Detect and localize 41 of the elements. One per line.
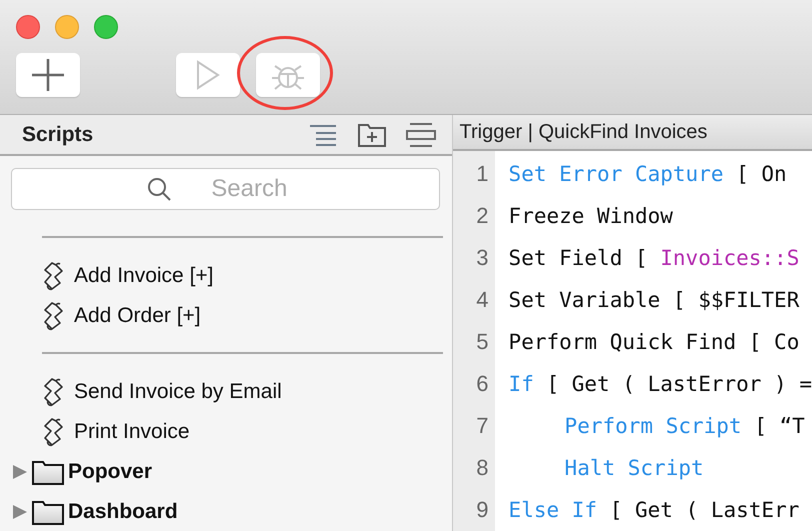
line-number: 1: [475, 161, 489, 187]
script-item[interactable]: Add Invoice [+]: [0, 256, 452, 296]
script-item[interactable]: Send Invoice by Email: [0, 372, 452, 412]
minimize-button[interactable]: [55, 15, 79, 39]
separator-icon[interactable]: [406, 122, 436, 146]
folder-icon: [32, 499, 64, 525]
plus-icon: [32, 59, 64, 91]
line-number: 3: [475, 245, 489, 271]
search-icon: [147, 177, 171, 201]
zoom-button[interactable]: [94, 15, 118, 39]
code-line: Halt Script: [564, 456, 704, 480]
code-line: If [ Get ( LastError ) =: [508, 372, 812, 396]
code-line: Else If [ Get ( LastErr: [508, 498, 800, 522]
list-icon[interactable]: [310, 124, 338, 146]
new-folder-icon[interactable]: [358, 122, 386, 146]
script-item[interactable]: Print Invoice: [0, 412, 452, 452]
line-number: 9: [475, 497, 489, 523]
folder-item[interactable]: Dashboard: [0, 492, 452, 531]
play-icon: [196, 60, 220, 90]
code-line: Set Variable [ $$FILTER: [508, 288, 800, 312]
disclosure-triangle-icon[interactable]: [12, 464, 28, 480]
code-line: Perform Quick Find [ Co: [508, 330, 800, 354]
script-item[interactable]: Add Order [+]: [0, 296, 452, 336]
close-button[interactable]: [16, 15, 40, 39]
line-number: 5: [475, 329, 489, 355]
code-line: Perform Script [ “T: [564, 414, 805, 438]
code-line: Set Field [ Invoices::S: [508, 246, 800, 270]
disclosure-triangle-icon[interactable]: [12, 504, 28, 520]
line-number: 2: [475, 203, 489, 229]
line-number: 8: [475, 455, 489, 481]
line-number: 6: [475, 371, 489, 397]
code-line: Freeze Window: [508, 204, 673, 228]
line-number: 4: [475, 287, 489, 313]
script-title: Trigger | QuickFind Invoices: [460, 120, 708, 144]
add-button[interactable]: [16, 53, 80, 97]
code-line: Set Error Capture [ On: [508, 162, 787, 186]
folder-item[interactable]: Popover: [0, 452, 452, 492]
panel-title: Scripts: [22, 122, 94, 146]
folder-icon: [32, 459, 64, 485]
search-field[interactable]: Search: [11, 168, 440, 210]
line-number: 7: [475, 413, 489, 439]
